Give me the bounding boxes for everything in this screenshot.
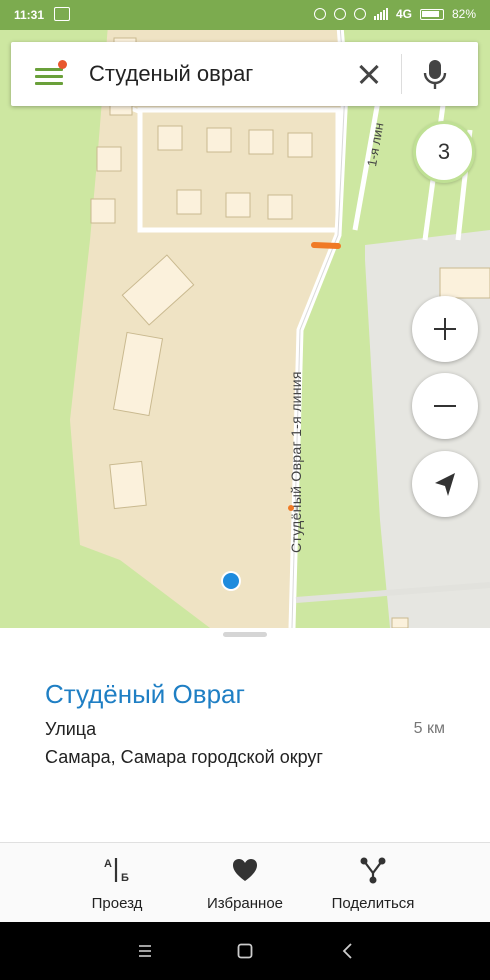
recent-apps-icon[interactable]	[130, 936, 160, 966]
share-icon	[360, 857, 386, 884]
signal-icon	[373, 8, 388, 20]
sync-icon	[313, 8, 326, 20]
current-location-dot	[223, 573, 239, 589]
favorite-button[interactable]: Избранное	[180, 843, 310, 923]
zoom-out-button[interactable]	[412, 373, 478, 439]
notification-dot	[58, 60, 67, 69]
notification-icon	[54, 7, 70, 21]
route-button[interactable]: A Б Проезд	[52, 843, 182, 923]
divider	[401, 54, 402, 94]
svg-text:A: A	[104, 858, 112, 870]
place-address: Самара, Самара городской округ	[45, 747, 323, 767]
drag-handle[interactable]	[223, 632, 267, 637]
action-bar: A Б Проезд Избранное Поделиться	[0, 842, 490, 923]
alarm-icon	[353, 8, 366, 20]
clear-icon[interactable]	[351, 56, 387, 92]
home-icon[interactable]	[230, 936, 260, 966]
search-input[interactable]: Студеный овраг	[89, 61, 253, 87]
battery-icon	[419, 8, 444, 20]
mute-icon	[333, 8, 346, 20]
microphone-icon[interactable]	[416, 54, 456, 96]
search-bar[interactable]: Студеный овраг	[11, 42, 478, 106]
status-bar: 11:31 4G 82%	[0, 0, 490, 30]
place-type: Улица	[45, 719, 97, 739]
svg-text:Б: Б	[121, 872, 129, 884]
zoom-in-button[interactable]	[412, 296, 478, 362]
place-title: Студёный Овраг	[45, 679, 245, 709]
network-type: 4G	[395, 7, 412, 21]
share-button[interactable]: Поделиться	[308, 843, 438, 923]
back-icon[interactable]	[333, 936, 363, 966]
battery-level: 82%	[451, 7, 476, 21]
road-label: Студёный Овраг 1-я линия	[288, 371, 304, 553]
place-distance: 5 км	[413, 720, 445, 737]
system-navigation-bar	[0, 922, 490, 980]
heart-icon	[233, 859, 257, 881]
share-label: Поделиться	[331, 895, 415, 912]
route-label: Проезд	[91, 895, 143, 912]
my-location-button[interactable]	[412, 451, 478, 517]
favorite-label: Избранное	[206, 895, 284, 912]
result-count-badge[interactable]: 3	[413, 121, 475, 183]
status-time: 11:31	[14, 8, 45, 22]
route-marker	[311, 242, 341, 249]
navigation-arrow-icon	[435, 473, 455, 496]
menu-button[interactable]	[29, 60, 67, 88]
route-icon: A Б	[104, 858, 129, 884]
